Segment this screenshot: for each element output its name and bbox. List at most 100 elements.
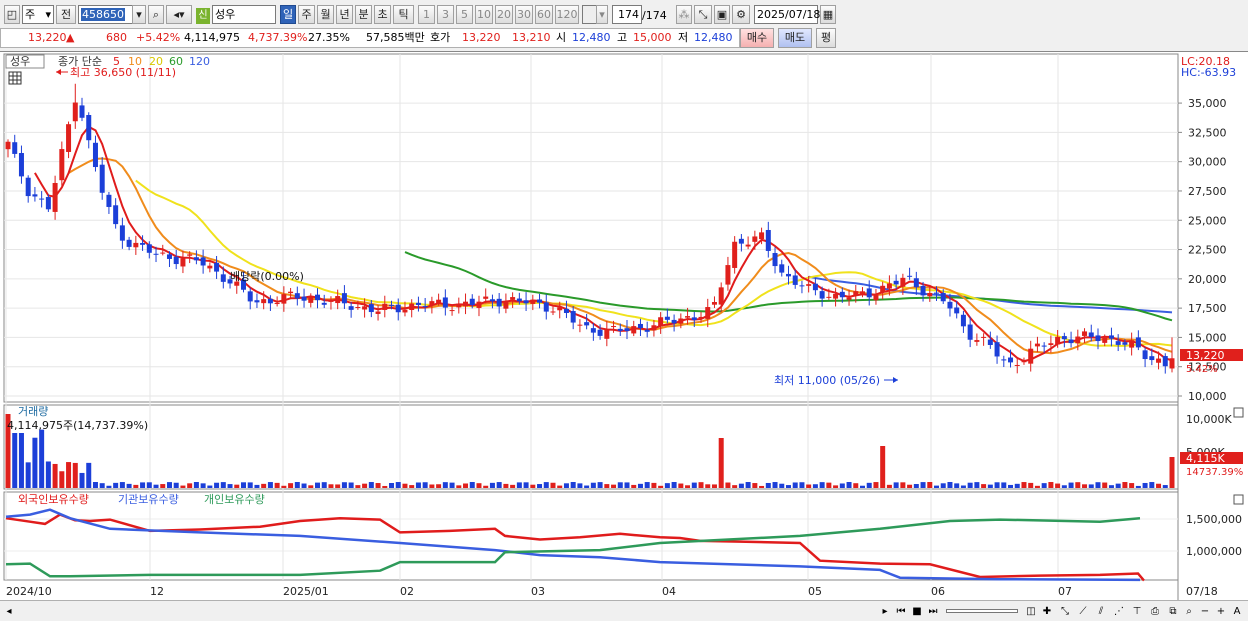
- interval-60[interactable]: 60: [535, 5, 553, 24]
- candle-body: [550, 311, 556, 313]
- code-dropdown-icon[interactable]: ▾: [132, 5, 146, 24]
- interval-5[interactable]: 5: [456, 5, 473, 24]
- candle-body: [72, 102, 78, 122]
- candle-body: [308, 297, 314, 303]
- link-icon[interactable]: ⁂: [676, 5, 692, 24]
- candle-body: [1041, 345, 1047, 347]
- zoom-slider[interactable]: [946, 609, 1018, 613]
- volume-title: 거래량: [18, 405, 48, 418]
- rewind-icon[interactable]: ⏮: [894, 604, 908, 619]
- trend-icon[interactable]: ⟋: [1076, 604, 1090, 619]
- x-tick-label-last: 07/18: [1186, 585, 1218, 598]
- interval-30[interactable]: 30: [515, 5, 533, 24]
- period-minute[interactable]: 분: [355, 5, 372, 24]
- eval-button[interactable]: 평: [816, 28, 836, 48]
- period-tick[interactable]: 틱: [393, 5, 414, 24]
- crosshair-icon[interactable]: ✚: [1040, 604, 1054, 619]
- volume-ratio: 4,737.39%: [248, 31, 308, 44]
- interval-20[interactable]: 20: [495, 5, 513, 24]
- volume-bar: [456, 485, 462, 488]
- chart-scrollbar[interactable]: ◂ ▸ ⏮ ■ ⏭ ◫ ✚ ⤡ ⟋ ⫽ ⋰ ⊤ ⎙ ⧉ ⌕ − + A: [0, 600, 1248, 621]
- period-year[interactable]: 년: [336, 5, 353, 24]
- volume-bar: [1075, 482, 1081, 488]
- candle-body: [489, 299, 495, 302]
- candle-body: [503, 301, 509, 309]
- interval-3[interactable]: 3: [437, 5, 454, 24]
- buy-button[interactable]: 매수: [740, 28, 774, 48]
- scroll-left-icon[interactable]: ◂: [2, 604, 16, 619]
- speaker-icon[interactable]: ◂▾: [166, 5, 192, 24]
- close-icon[interactable]: [1233, 407, 1244, 418]
- volume-bar: [745, 482, 751, 488]
- scroll-right-icon[interactable]: ▸: [878, 604, 892, 619]
- chart-menu-icon[interactable]: ◰: [4, 5, 20, 24]
- volume-bar: [362, 483, 368, 488]
- date-input[interactable]: 2025/07/18: [754, 5, 820, 24]
- price-tick-label: 32,500: [1188, 126, 1227, 139]
- candle-body: [1122, 342, 1128, 345]
- search-icon[interactable]: ⌕: [148, 5, 164, 24]
- x-axis-labels: 2024/10 12 2025/01 02 03 04 05 06 07 07/18: [6, 585, 1218, 598]
- search-icon[interactable]: ⌕: [1182, 604, 1196, 619]
- volume-bar: [1142, 482, 1148, 488]
- save-icon[interactable]: ▣: [714, 5, 730, 24]
- compare-icon[interactable]: ◫: [1024, 604, 1038, 619]
- candle-body: [981, 336, 987, 338]
- stock-name-field[interactable]: 성우: [212, 5, 276, 24]
- period-week[interactable]: 주: [298, 5, 315, 24]
- volume-bar: [1115, 483, 1121, 488]
- candle-body: [792, 275, 798, 285]
- interval-120[interactable]: 120: [555, 5, 579, 24]
- current-pct-tag: 5.42%: [1186, 364, 1218, 375]
- candle-body: [1001, 359, 1007, 361]
- volume-bar: [1129, 483, 1135, 488]
- text-icon[interactable]: ⊤: [1130, 604, 1144, 619]
- interval-10[interactable]: 10: [475, 5, 493, 24]
- volume-bar: [671, 482, 677, 488]
- count-input[interactable]: 174: [612, 5, 642, 24]
- period-month[interactable]: 월: [317, 5, 334, 24]
- candle-body: [341, 293, 347, 304]
- volume-bar: [422, 482, 428, 488]
- close-icon[interactable]: [1233, 494, 1244, 505]
- y-axis-labels: 35,000 32,500 30,000 27,500 25,000 22,500 20,0…: [1178, 97, 1242, 558]
- candle-body: [698, 316, 704, 319]
- candle-body: [597, 329, 603, 336]
- chevron-down-icon[interactable]: ▾: [596, 5, 608, 24]
- period-day[interactable]: 일: [280, 5, 296, 24]
- volume-bar: [577, 483, 583, 488]
- font-size-icon[interactable]: A: [1230, 604, 1244, 619]
- draw-line-icon[interactable]: ⤡: [1058, 604, 1072, 619]
- volume-bar: [637, 483, 643, 488]
- sell-button[interactable]: 매도: [778, 28, 812, 48]
- gear-icon[interactable]: ⚙: [732, 5, 750, 24]
- market-select[interactable]: 주 ▾: [22, 5, 54, 24]
- channel-icon[interactable]: ⫽: [1094, 604, 1108, 619]
- calendar-icon[interactable]: ▦: [820, 5, 836, 24]
- credit-badge: 신: [196, 8, 210, 24]
- candle-body: [913, 278, 919, 288]
- fib-icon[interactable]: ⋰: [1112, 604, 1126, 619]
- zoom-in-icon[interactable]: +: [1214, 604, 1228, 619]
- interval-1[interactable]: 1: [418, 5, 435, 24]
- chart-canvas[interactable]: 35,000 32,500 30,000 27,500 25,000 22,500 20,0…: [0, 52, 1248, 601]
- stock-code-input[interactable]: 458650: [78, 5, 138, 24]
- period-second[interactable]: 초: [374, 5, 391, 24]
- stop-icon[interactable]: ■: [910, 604, 924, 619]
- volume-bar: [1156, 483, 1162, 488]
- data-table-icon[interactable]: [8, 71, 22, 85]
- volume-bar: [227, 484, 233, 488]
- forward-icon[interactable]: ⏭: [926, 604, 940, 619]
- zoom-out-icon[interactable]: −: [1198, 604, 1212, 619]
- volume-bar: [261, 483, 267, 488]
- chart-tool-icon[interactable]: ⤡: [694, 5, 712, 24]
- print-icon[interactable]: ⎙: [1148, 604, 1162, 619]
- prev-button[interactable]: 전: [56, 5, 76, 24]
- volume-bar: [214, 482, 220, 488]
- holdings-legend-institution: 기관보유수량: [118, 493, 179, 506]
- chart-area[interactable]: 35,000 32,500 30,000 27,500 25,000 22,500 20,0…: [0, 51, 1248, 601]
- candle-body: [39, 198, 45, 200]
- volume-bar: [947, 482, 953, 488]
- copy-icon[interactable]: ⧉: [1166, 604, 1180, 619]
- volume-bar: [200, 483, 206, 488]
